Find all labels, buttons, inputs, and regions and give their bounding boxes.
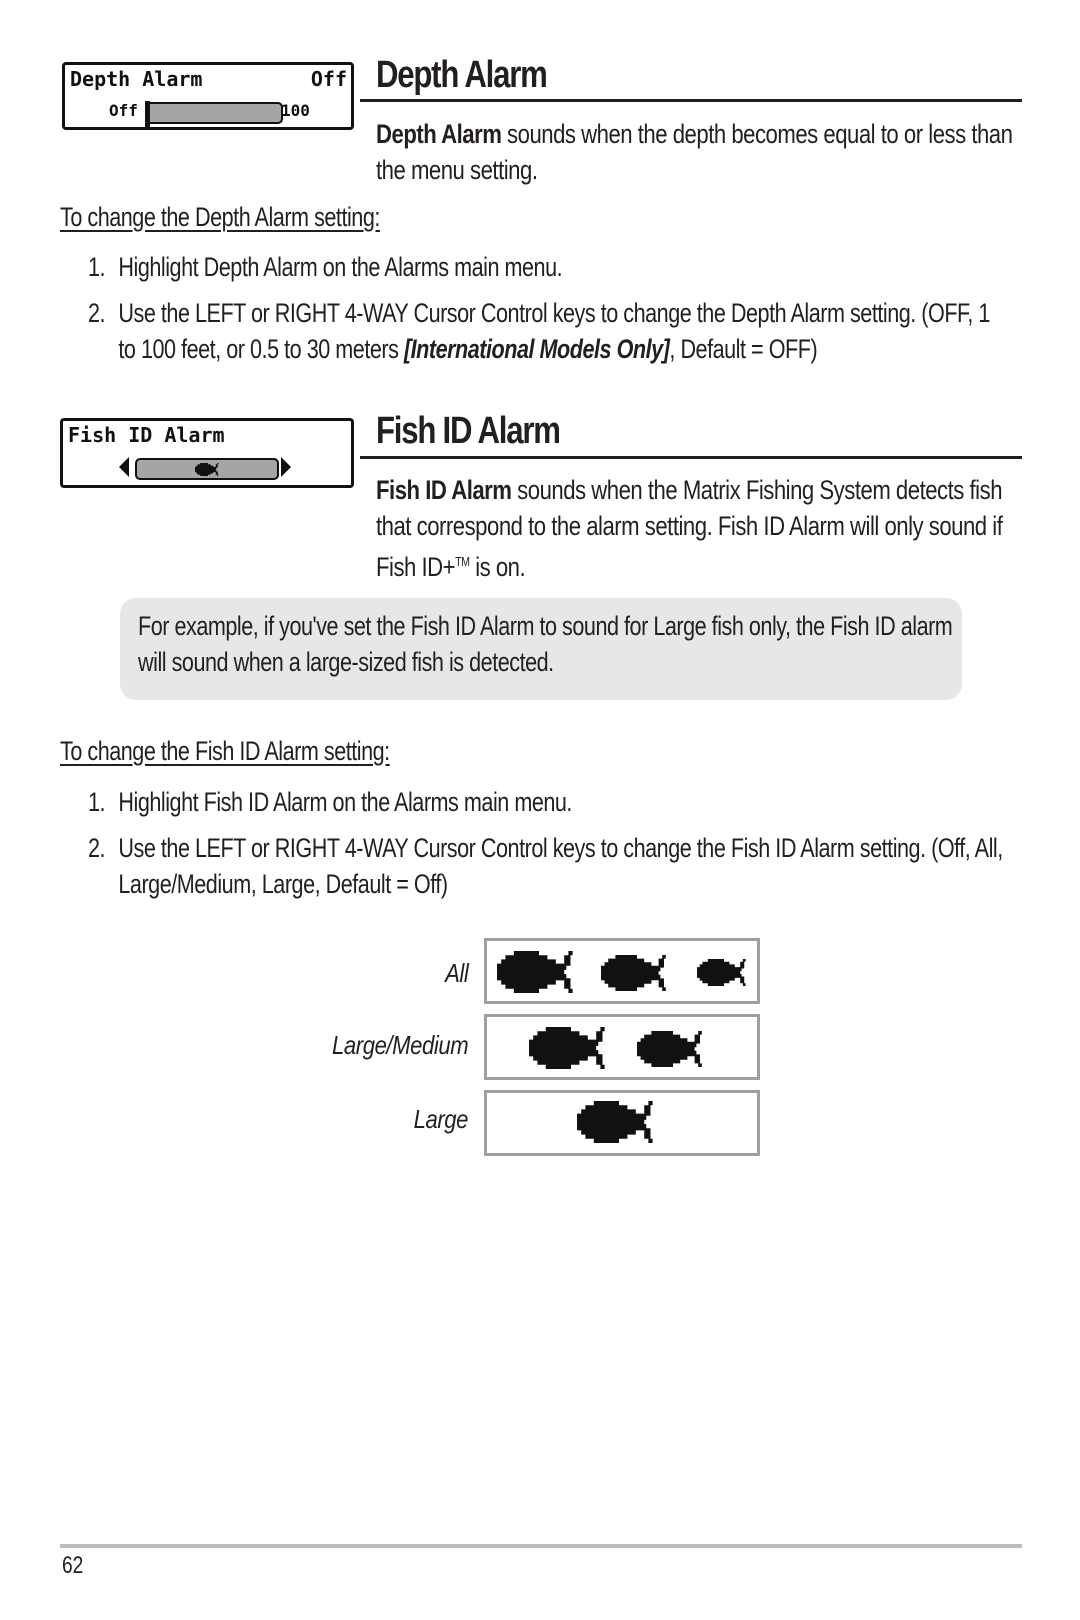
setting-box-large	[484, 1090, 760, 1156]
fish-id-alarm-step-2: 2. Use the LEFT or RIGHT 4-WAY Cursor Con…	[88, 830, 1003, 902]
footer-rule	[60, 1544, 1022, 1548]
fish-id-alarm-menu-widget: Fish ID Alarm	[60, 418, 354, 488]
depth-alarm-description: Depth Alarm sounds when the depth become…	[376, 116, 1013, 188]
fish-id-alarm-procedure-title: To change the Fish ID Alarm setting:	[60, 736, 390, 766]
trademark-symbol: TM	[455, 554, 470, 569]
fish-id-alarm-step-1: 1. Highlight Fish ID Alarm on the Alarms …	[88, 784, 572, 820]
example-note-line-2: will sound when a large-sized fish is de…	[138, 647, 554, 677]
fish-small-icon	[697, 959, 751, 986]
fish-id-alarm-description-text-3: Fish ID+	[376, 552, 456, 582]
fish-large-icon	[497, 951, 581, 993]
depth-alarm-description-text-2: the menu setting.	[376, 155, 538, 185]
fish-id-alarm-selector[interactable]	[135, 458, 279, 480]
left-arrow-icon[interactable]	[119, 457, 129, 477]
fish-id-alarm-description-text: sounds when the Matrix Fishing System de…	[511, 475, 1003, 505]
fish-id-alarm-menu-title: Fish ID Alarm	[68, 423, 225, 447]
step-text-2: to 100 feet, or 0.5 to 30 meters	[118, 334, 404, 364]
international-models-note: [International Models Only]	[403, 334, 670, 364]
step-text: Highlight Depth Alarm on the Alarms main…	[118, 252, 563, 282]
fish-id-alarm-description: Fish ID Alarm sounds when the Matrix Fis…	[376, 472, 1003, 585]
step-number: 2.	[88, 298, 106, 328]
fish-id-alarm-description-bold: Fish ID Alarm	[376, 475, 512, 505]
example-note-line-1: For example, if you've set the Fish ID A…	[138, 611, 953, 641]
example-note-box: For example, if you've set the Fish ID A…	[120, 598, 962, 700]
page-number: 62	[62, 1552, 84, 1579]
step-number: 1.	[88, 252, 106, 282]
fish-id-alarm-description-text-4: is on.	[469, 552, 526, 582]
fish-id-alarm-heading: Fish ID Alarm	[376, 410, 561, 452]
setting-label-all: All	[444, 958, 469, 988]
example-note-text: For example, if you've set the Fish ID A…	[138, 608, 953, 680]
step-text: Highlight Fish ID Alarm on the Alarms ma…	[118, 787, 572, 817]
right-arrow-icon[interactable]	[281, 457, 291, 477]
depth-alarm-menu-value: Off	[310, 67, 347, 91]
depth-alarm-heading-rule	[360, 99, 1022, 102]
fish-id-alarm-description-text-2: that correspond to the alarm setting. Fi…	[376, 511, 1003, 541]
step-number: 2.	[88, 833, 106, 863]
fish-medium-icon	[637, 1031, 709, 1067]
depth-alarm-min-label: Off	[109, 101, 138, 120]
depth-alarm-slider-knob[interactable]	[145, 101, 150, 127]
step-text: Use the LEFT or RIGHT 4-WAY Cursor Contr…	[118, 833, 1003, 863]
setting-box-all	[484, 938, 760, 1004]
setting-box-large-medium	[484, 1014, 760, 1080]
depth-alarm-procedure-title: To change the Depth Alarm setting:	[60, 202, 380, 232]
fish-large-icon	[577, 1101, 661, 1143]
depth-alarm-menu-widget: Depth Alarm Off Off 100	[62, 62, 354, 130]
depth-alarm-step-2: 2. Use the LEFT or RIGHT 4-WAY Cursor Con…	[88, 295, 990, 367]
step-text: Use the LEFT or RIGHT 4-WAY Cursor Contr…	[118, 298, 990, 328]
depth-alarm-heading: Depth Alarm	[376, 54, 548, 96]
fish-icon	[193, 463, 223, 476]
depth-alarm-description-bold: Depth Alarm	[376, 119, 502, 149]
depth-alarm-step-1: 1. Highlight Depth Alarm on the Alarms ma…	[88, 249, 563, 285]
setting-label-large-medium: Large/Medium	[331, 1030, 469, 1060]
step-number: 1.	[88, 787, 106, 817]
fish-id-alarm-heading-rule	[360, 456, 1022, 459]
step-text-3: , Default = OFF)	[669, 334, 818, 364]
depth-alarm-menu-title: Depth Alarm	[70, 67, 203, 91]
depth-alarm-description-text: sounds when the depth becomes equal to o…	[501, 119, 1013, 149]
fish-large-icon	[529, 1027, 613, 1069]
depth-alarm-max-label: 100	[281, 101, 310, 120]
depth-alarm-slider[interactable]	[145, 101, 283, 127]
fish-medium-icon	[601, 955, 673, 991]
step-text-2: Large/Medium, Large, Default = Off)	[118, 869, 448, 899]
setting-label-large: Large	[413, 1104, 469, 1134]
